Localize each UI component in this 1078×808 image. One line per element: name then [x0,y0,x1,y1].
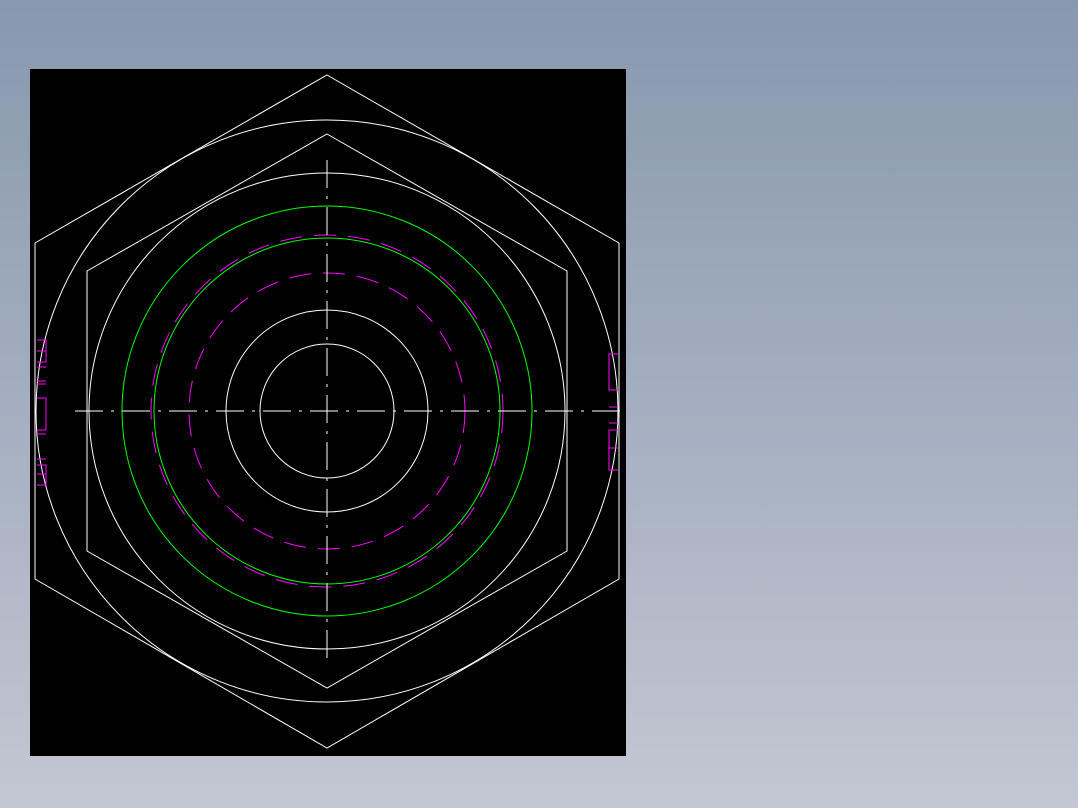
cad-drawing [34,74,620,749]
right-hidden-features [608,353,618,471]
left-hidden-features [37,339,47,486]
drawing-viewport[interactable] [30,69,626,756]
